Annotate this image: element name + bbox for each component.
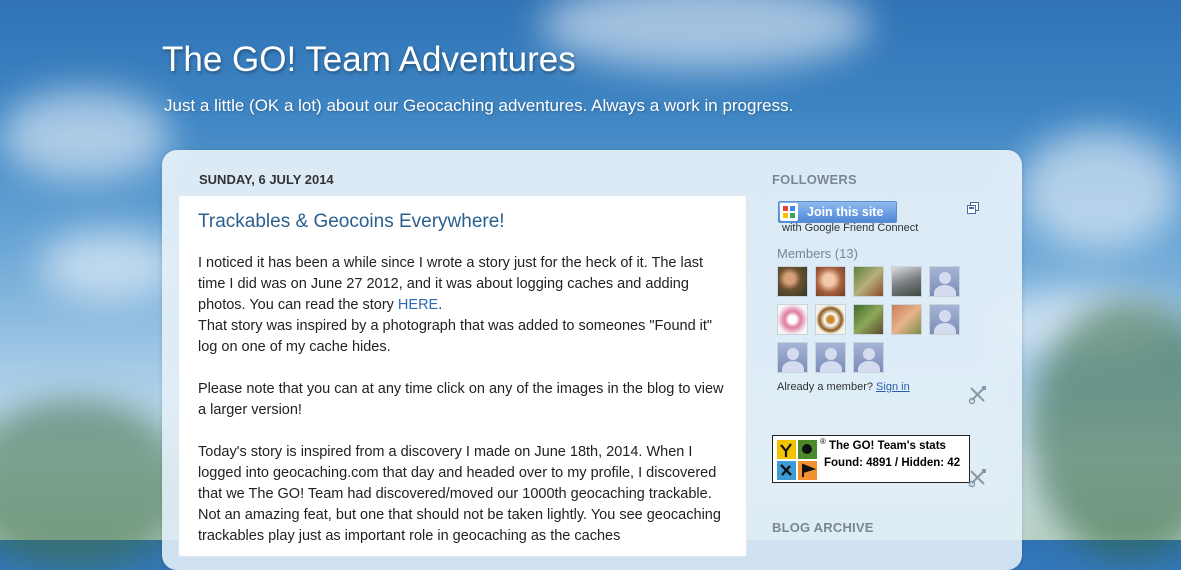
default-avatar-icon[interactable] — [929, 266, 960, 297]
registered-mark: ® — [820, 437, 826, 446]
post-paragraph: Today's story is inspired from a discove… — [198, 444, 721, 544]
default-avatar-icon[interactable] — [815, 342, 846, 373]
blog-description: Just a little (OK a lot) about our Geoca… — [164, 96, 794, 115]
post-paragraph: I noticed it has been a while since I wr… — [198, 253, 733, 358]
avatar[interactable] — [777, 304, 808, 335]
blog-title[interactable]: The GO! Team Adventures — [162, 40, 576, 80]
avatar[interactable] — [853, 304, 884, 335]
followers-heading: FOLLOWERS — [772, 172, 857, 187]
avatar[interactable] — [777, 266, 808, 297]
members-count-label: Members (13) — [777, 246, 858, 261]
sign-in-link[interactable]: Sign in — [876, 381, 910, 393]
join-site-button[interactable]: Join this site — [778, 201, 897, 223]
avatar[interactable] — [891, 266, 922, 297]
avatar[interactable] — [891, 304, 922, 335]
avatar[interactable] — [815, 266, 846, 297]
stats-counts: Found: 4891 / Hidden: 42 — [824, 457, 961, 469]
wrench-screwdriver-icon[interactable] — [968, 468, 988, 488]
already-member-label: Already a member? — [777, 381, 877, 393]
default-avatar-icon[interactable] — [853, 342, 884, 373]
post-text: . — [438, 297, 443, 313]
gfc-caption: with Google Friend Connect — [782, 222, 919, 234]
post-text: I noticed it has been a while since I wr… — [198, 255, 704, 313]
here-link[interactable]: HERE — [398, 297, 438, 313]
join-site-label: Join this site — [807, 205, 884, 219]
geocaching-stats-badge[interactable]: ® The GO! Team's stats Found: 4891 / Hid… — [772, 435, 970, 483]
post-body: I noticed it has been a while since I wr… — [198, 253, 733, 568]
post-text: That story was inspired by a photograph … — [198, 318, 713, 355]
avatar[interactable] — [853, 266, 884, 297]
blog-archive-heading: BLOG ARCHIVE — [772, 520, 874, 535]
post-title[interactable]: Trackables & Geocoins Everywhere! — [198, 211, 505, 233]
already-member-text: Already a member? Sign in — [777, 381, 910, 393]
default-avatar-icon[interactable] — [929, 304, 960, 335]
post-paragraph: Please note that you can at any time cli… — [198, 381, 724, 418]
wrench-screwdriver-icon[interactable] — [968, 385, 988, 405]
default-avatar-icon[interactable] — [777, 342, 808, 373]
popout-icon[interactable] — [967, 202, 979, 214]
google-g-icon — [780, 203, 798, 221]
geocaching-logo-icon — [777, 440, 817, 480]
stats-title: The GO! Team's stats — [829, 440, 946, 452]
post-date-header: SUNDAY, 6 JULY 2014 — [199, 172, 334, 187]
avatar[interactable] — [815, 304, 846, 335]
